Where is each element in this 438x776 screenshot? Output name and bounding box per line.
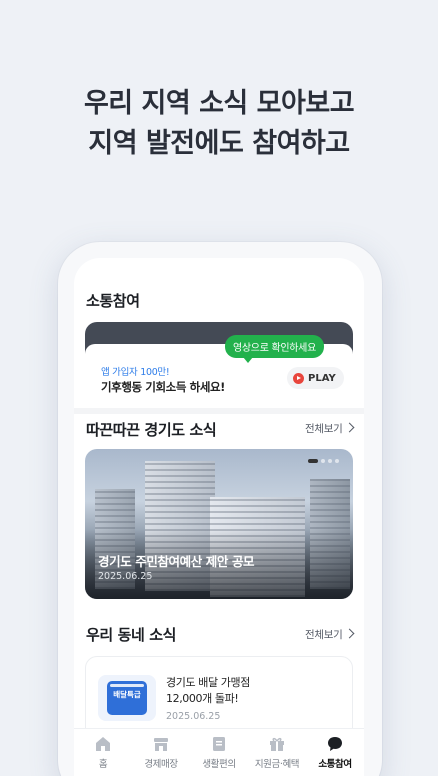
local-news-title-line-2: 12,000개 돌파!: [166, 692, 239, 705]
document-icon: [213, 737, 225, 751]
nav-benefits[interactable]: 지원금·혜택: [249, 735, 305, 776]
banner-date: 2025.06.25: [98, 571, 153, 582]
nav-communication-label: 소통참여: [318, 759, 352, 770]
delivery-bag-icon: 배달특급: [107, 681, 147, 715]
nav-life-label: 생활편의: [202, 759, 236, 770]
pagination-dot: [321, 459, 325, 463]
banner-title: 경기도 주민참여예산 제안 공모: [98, 554, 255, 569]
chevron-right-icon: [345, 628, 355, 639]
chat-icon: [328, 737, 342, 751]
nav-benefits-label: 지원금·혜택: [254, 759, 300, 770]
play-icon: [293, 372, 304, 384]
gyeonggi-news-title: 따끈따끈 경기도 소식: [86, 421, 217, 439]
nav-communication[interactable]: 소통참여: [307, 735, 363, 776]
delivery-thumbnail: 배달특급: [98, 675, 156, 721]
local-news-title: 우리 동네 소식: [86, 626, 177, 644]
video-card-subtitle: 앱 가입자 100만!: [101, 367, 170, 378]
chevron-right-icon: [345, 422, 355, 433]
home-icon: [96, 737, 110, 751]
pagination-dot: [328, 459, 332, 463]
app-screen: 소통참여 영상으로 확인하세요 앱 가입자 100만! 기후행동 기회소득 하세…: [74, 258, 364, 776]
headline-line-1: 우리 지역 소식 모아보고: [83, 88, 355, 119]
see-all-label: 전체보기: [305, 423, 343, 435]
video-tooltip-bubble: 영상으로 확인하세요: [225, 335, 324, 363]
store-icon: [154, 738, 168, 751]
section-divider: [74, 408, 364, 414]
news-banner[interactable]: 경기도 주민참여예산 제안 공모 2025.06.25: [85, 449, 353, 599]
nav-store[interactable]: 경제매장: [133, 735, 189, 776]
local-news-item-date: 2025.06.25: [166, 711, 221, 722]
nav-home[interactable]: 홈: [75, 735, 131, 776]
nav-store-label: 경제매장: [144, 759, 178, 770]
local-news-item-title: 경기도 배달 가맹점 12,000개 돌파!: [166, 675, 346, 707]
bottom-nav: 홈 경제매장 생활편의 지원금·혜택 소통참여: [74, 728, 364, 776]
promo-headline: 우리 지역 소식 모아보고 지역 발전에도 참여하고: [0, 84, 438, 164]
nav-home-label: 홈: [98, 759, 108, 770]
headline-line-2: 지역 발전에도 참여하고: [88, 128, 350, 159]
nav-life[interactable]: 생활편의: [191, 735, 247, 776]
gift-icon: [270, 737, 284, 751]
gyeonggi-news-see-all[interactable]: 전체보기: [305, 421, 355, 436]
local-news-title-line-1: 경기도 배달 가맹점: [166, 676, 250, 689]
pagination-dot: [335, 459, 339, 463]
banner-pagination: [308, 459, 339, 463]
local-news-see-all[interactable]: 전체보기: [305, 627, 355, 642]
video-card-main-text: 기후행동 기회소득 하세요!: [101, 380, 226, 394]
communication-section-title: 소통참여: [86, 292, 140, 310]
play-label: PLAY: [308, 372, 336, 384]
play-button[interactable]: PLAY: [287, 367, 344, 389]
pagination-dot-active: [308, 459, 318, 463]
see-all-label: 전체보기: [305, 629, 343, 641]
